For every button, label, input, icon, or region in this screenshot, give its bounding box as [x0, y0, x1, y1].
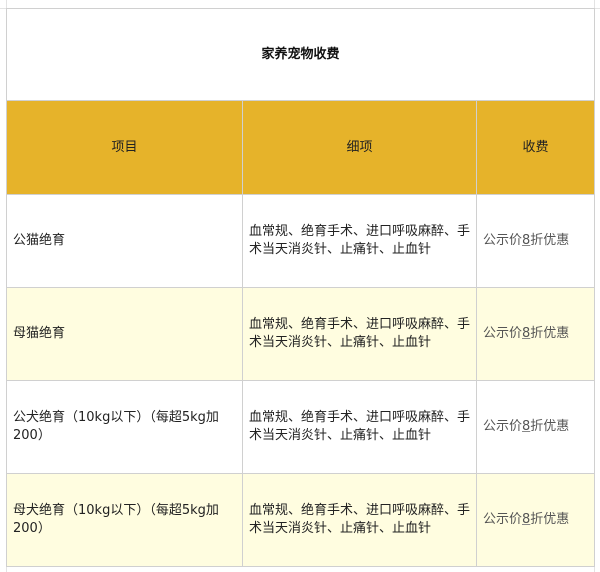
table-title[interactable]: 家养宠物收费 [5, 8, 596, 101]
title-row: 家养宠物收费 [5, 8, 596, 101]
cell-detail[interactable]: 血常规、绝育手术、进口呼吸麻醉、手术当天消炎针、止痛针、止血针 [242, 287, 477, 381]
spreadsheet: 家养宠物收费 项目 细项 收费 公猫绝育 血常规、绝育手术、进口呼吸麻醉、手术当… [0, 0, 600, 572]
cell-detail[interactable]: 血常规、绝育手术、进口呼吸麻醉、手术当天消炎针、止痛针、止血针 [242, 380, 477, 474]
cell-item[interactable]: 公猫绝育 [6, 194, 243, 288]
cell-fee[interactable]: 公示价8折优惠 [475, 194, 596, 288]
header-row: 项目 细项 收费 [6, 100, 596, 195]
cell-item[interactable]: 母犬绝育（10kg以下）（每超5kg加200） [6, 473, 243, 567]
cell-detail[interactable]: 血常规、绝育手术、进口呼吸麻醉、手术当天消炎针、止痛针、止血针 [242, 194, 477, 288]
fee-suffix: 折优惠 [530, 512, 570, 527]
cell-item[interactable]: 母猫绝育 [6, 287, 243, 381]
cell-fee[interactable]: 公示价8折优惠 [475, 287, 596, 381]
table-row: 母猫绝育 血常规、绝育手术、进口呼吸麻醉、手术当天消炎针、止痛针、止血针 公示价… [6, 287, 596, 381]
fee-prefix: 公示价 [483, 326, 523, 341]
table-row: 公犬绝育（10kg以下）（每超5kg加200） 血常规、绝育手术、进口呼吸麻醉、… [6, 380, 596, 474]
fee-prefix: 公示价 [483, 419, 523, 434]
fee-suffix: 折优惠 [530, 419, 570, 434]
cell-fee[interactable]: 公示价8折优惠 [475, 473, 596, 567]
table-row: 公猫绝育 血常规、绝育手术、进口呼吸麻醉、手术当天消炎针、止痛针、止血针 公示价… [6, 194, 596, 288]
cell-fee[interactable]: 公示价8折优惠 [475, 380, 596, 474]
header-cell-fee[interactable]: 收费 [475, 100, 596, 195]
fee-prefix: 公示价 [483, 512, 523, 527]
cell-detail[interactable]: 血常规、绝育手术、进口呼吸麻醉、手术当天消炎针、止痛针、止血针 [242, 473, 477, 567]
header-cell-detail[interactable]: 细项 [242, 100, 477, 195]
pet-fee-table: 家养宠物收费 项目 细项 收费 公猫绝育 血常规、绝育手术、进口呼吸麻醉、手术当… [5, 8, 596, 567]
header-cell-item[interactable]: 项目 [6, 100, 243, 195]
table-row: 母犬绝育（10kg以下）（每超5kg加200） 血常规、绝育手术、进口呼吸麻醉、… [6, 473, 596, 567]
fee-suffix: 折优惠 [530, 326, 570, 341]
fee-suffix: 折优惠 [530, 233, 570, 248]
fee-prefix: 公示价 [483, 233, 523, 248]
cell-item[interactable]: 公犬绝育（10kg以下）（每超5kg加200） [6, 380, 243, 474]
